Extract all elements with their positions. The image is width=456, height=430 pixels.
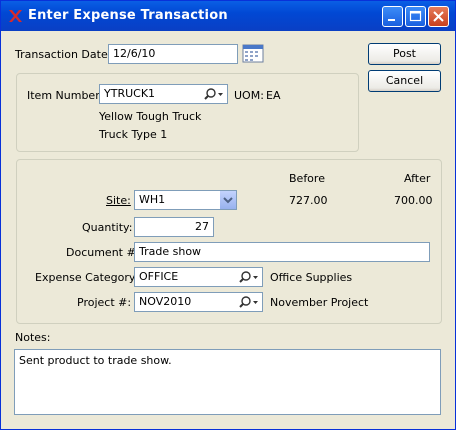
uom-value: EA bbox=[266, 89, 281, 102]
item-number-value: YTRUCK1 bbox=[104, 87, 156, 100]
cancel-button-label: Cancel bbox=[385, 74, 424, 87]
calendar-icon[interactable] bbox=[242, 43, 264, 63]
notes-label: Notes: bbox=[15, 331, 51, 344]
item-number-label: Item Number: bbox=[27, 89, 104, 102]
magnifier-dropdown-icon[interactable] bbox=[239, 270, 259, 284]
project-number-value: NOV2010 bbox=[139, 295, 192, 308]
expense-category-value: OFFICE bbox=[139, 270, 179, 283]
notes-textarea[interactable]: Sent product to trade show. bbox=[14, 349, 441, 415]
site-combobox[interactable]: WH1 bbox=[134, 190, 237, 210]
maximize-icon bbox=[409, 10, 422, 22]
minimize-icon bbox=[388, 19, 395, 21]
item-description-1: Yellow Tough Truck bbox=[99, 110, 202, 123]
uom-label: UOM: bbox=[234, 89, 264, 102]
before-value: 727.00 bbox=[289, 194, 328, 207]
document-number-field[interactable]: Trade show bbox=[134, 242, 430, 262]
site-label-text: Site: bbox=[106, 194, 131, 207]
cancel-button[interactable]: Cancel bbox=[368, 70, 441, 92]
title-bar[interactable]: Enter Expense Transaction bbox=[1, 1, 455, 31]
quantity-label: Quantity: bbox=[82, 221, 133, 234]
chevron-down-icon bbox=[223, 197, 233, 204]
xtuple-x-icon bbox=[9, 10, 22, 22]
post-button-label: Post bbox=[392, 47, 416, 60]
transaction-date-field[interactable]: 12/6/10 bbox=[108, 44, 238, 64]
close-button[interactable] bbox=[428, 6, 449, 27]
expense-category-label: Expense Category: bbox=[35, 271, 139, 284]
project-number-label: Project #: bbox=[77, 296, 132, 309]
expense-transaction-window: Enter Expense Transaction Transaction Da… bbox=[0, 0, 456, 430]
project-number-field[interactable]: NOV2010 bbox=[134, 292, 263, 312]
transaction-date-label: Transaction Date: bbox=[15, 48, 112, 61]
post-button[interactable]: Post bbox=[368, 43, 441, 65]
expense-category-description: Office Supplies bbox=[270, 271, 353, 284]
expense-category-field[interactable]: OFFICE bbox=[134, 267, 263, 287]
item-number-field[interactable]: YTRUCK1 bbox=[99, 84, 228, 104]
close-icon bbox=[433, 11, 444, 22]
dialog-body: Transaction Date: 12/6/10 Post Cancel It… bbox=[1, 31, 455, 429]
window-title: Enter Expense Transaction bbox=[28, 8, 228, 23]
after-value: 700.00 bbox=[394, 194, 433, 207]
project-description: November Project bbox=[270, 296, 369, 309]
item-description-2: Truck Type 1 bbox=[99, 128, 168, 141]
magnifier-dropdown-icon[interactable] bbox=[204, 87, 224, 101]
site-value: WH1 bbox=[139, 193, 166, 206]
magnifier-dropdown-icon[interactable] bbox=[239, 295, 259, 309]
maximize-button[interactable] bbox=[405, 6, 426, 27]
site-label: Site: bbox=[106, 194, 131, 207]
minimize-button[interactable] bbox=[382, 6, 403, 27]
before-label: Before bbox=[289, 172, 325, 185]
quantity-field[interactable]: 27 bbox=[134, 217, 214, 237]
after-label: After bbox=[404, 172, 431, 185]
site-dropdown-button[interactable] bbox=[219, 191, 236, 209]
document-number-label: Document #: bbox=[66, 246, 140, 259]
